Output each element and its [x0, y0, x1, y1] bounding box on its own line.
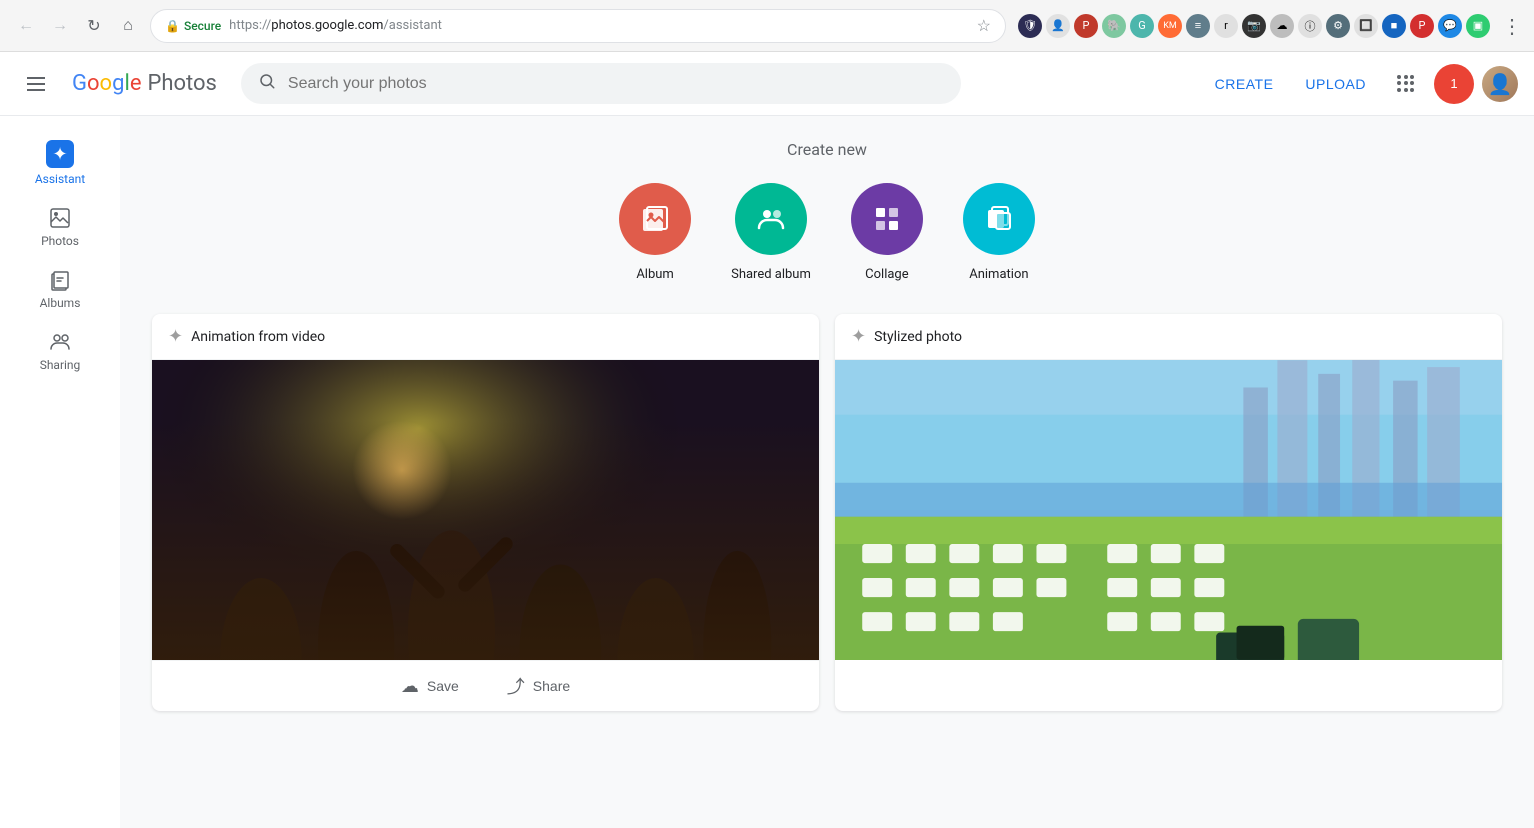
main-content: Create new Album: [120, 116, 1534, 828]
ext-icon-4[interactable]: 🐘: [1102, 14, 1126, 38]
home-button[interactable]: ⌂: [114, 12, 142, 40]
shared-album-label: Shared album: [731, 267, 811, 282]
card-sparkle-icon-1: ✦: [168, 326, 183, 347]
save-button[interactable]: ☁ Save: [401, 673, 459, 699]
card-sparkle-icon-2: ✦: [851, 326, 866, 347]
sidebar-item-photos[interactable]: Photos: [0, 198, 120, 256]
share-icon: ⤴: [507, 673, 525, 699]
sidebar-item-label-sharing: Sharing: [40, 358, 81, 372]
photos-icon: [48, 206, 72, 230]
search-bar[interactable]: [241, 63, 961, 104]
search-icon: [258, 72, 276, 95]
album-circle: [619, 183, 691, 255]
sidebar-item-label-photos: Photos: [41, 234, 79, 248]
grid-view-button[interactable]: [1386, 64, 1426, 104]
secure-text: Secure: [184, 19, 221, 33]
ext-icon-7[interactable]: ≡: [1186, 14, 1210, 38]
card-animation-image: [152, 360, 819, 660]
url-path: /assistant: [383, 18, 441, 33]
create-new-section: Create new Album: [152, 140, 1502, 282]
sidebar-item-sharing[interactable]: Sharing: [0, 322, 120, 380]
ext-icon-2[interactable]: 👤: [1046, 14, 1070, 38]
ext-icon-11[interactable]: ⓘ: [1298, 14, 1322, 38]
card-animation-title: Animation from video: [191, 329, 325, 345]
album-label: Album: [636, 267, 674, 282]
card-stylized-photo: ✦ Stylized photo: [835, 314, 1502, 711]
url-text: https://photos.google.com/assistant: [229, 18, 965, 33]
main-layout: ✦ Assistant Photos: [0, 116, 1534, 828]
create-new-title: Create new: [152, 140, 1502, 159]
url-scheme: https://: [229, 18, 271, 33]
ext-icon-3[interactable]: P: [1074, 14, 1098, 38]
avatar[interactable]: 👤: [1482, 66, 1518, 102]
browser-chrome: ← → ↻ ⌂ 🔒 Secure https://photos.google.c…: [0, 0, 1534, 52]
forward-button[interactable]: →: [46, 12, 74, 40]
menu-button[interactable]: [16, 64, 56, 104]
grid-icon: [1397, 75, 1415, 93]
bookmark-icon[interactable]: ☆: [977, 16, 991, 35]
collage-circle: [851, 183, 923, 255]
card-animation-from-video: ✦ Animation from video: [152, 314, 819, 711]
ext-icon-13[interactable]: 🔲: [1354, 14, 1378, 38]
lock-icon: 🔒: [165, 19, 180, 33]
browser-menu-button[interactable]: ⋮: [1502, 14, 1522, 38]
card-animation-header: ✦ Animation from video: [152, 314, 819, 360]
ext-icon-1[interactable]: 🛡: [1018, 14, 1042, 38]
ext-icon-15[interactable]: P: [1410, 14, 1434, 38]
app-container: Google Photos CREATE UPLOAD: [0, 52, 1534, 828]
sidebar-item-assistant[interactable]: ✦ Assistant: [0, 132, 120, 194]
create-option-album[interactable]: Album: [619, 183, 691, 282]
share-button[interactable]: ⤴ Share: [507, 673, 570, 699]
ext-icon-6[interactable]: KM: [1158, 14, 1182, 38]
shared-album-circle: [735, 183, 807, 255]
ext-icon-14[interactable]: ■: [1382, 14, 1406, 38]
header-actions: CREATE UPLOAD 1 👤: [1203, 64, 1518, 104]
albums-icon: [48, 268, 72, 292]
browser-nav-buttons: ← → ↻ ⌂: [12, 12, 142, 40]
create-options: Album Shared album: [152, 183, 1502, 282]
animation-circle: [963, 183, 1035, 255]
address-bar[interactable]: 🔒 Secure https://photos.google.com/assis…: [150, 9, 1006, 43]
collage-label: Collage: [865, 267, 908, 282]
card-stylized-header: ✦ Stylized photo: [835, 314, 1502, 360]
create-option-collage[interactable]: Collage: [851, 183, 923, 282]
assistant-icon: ✦: [46, 140, 74, 168]
ext-icon-8[interactable]: r: [1214, 14, 1238, 38]
upload-button[interactable]: UPLOAD: [1293, 68, 1378, 100]
create-button[interactable]: CREATE: [1203, 68, 1286, 100]
url-domain: photos.google.com: [271, 18, 383, 33]
card-stylized-image: [835, 360, 1502, 664]
sidebar-item-albums[interactable]: Albums: [0, 260, 120, 318]
create-option-animation[interactable]: Animation: [963, 183, 1035, 282]
ext-icon-17[interactable]: ▣: [1466, 14, 1490, 38]
create-option-shared-album[interactable]: Shared album: [731, 183, 811, 282]
reload-button[interactable]: ↻: [80, 12, 108, 40]
ext-icon-9[interactable]: 📷: [1242, 14, 1266, 38]
browser-extensions: 🛡 👤 P 🐘 G KM ≡ r 📷 ☁ ⓘ ⚙ 🔲 ■ P 💬 ▣: [1018, 14, 1490, 38]
notification-button[interactable]: 1: [1434, 64, 1474, 104]
animation-label: Animation: [969, 267, 1028, 282]
ext-icon-16[interactable]: 💬: [1438, 14, 1462, 38]
search-input[interactable]: [288, 75, 944, 93]
ext-icon-12[interactable]: ⚙: [1326, 14, 1350, 38]
back-button[interactable]: ←: [12, 12, 40, 40]
sidebar-item-label-assistant: Assistant: [35, 172, 85, 186]
sidebar: ✦ Assistant Photos: [0, 116, 120, 828]
cards-grid: ✦ Animation from video: [152, 314, 1502, 711]
card-animation-actions: ☁ Save ⤴ Share: [152, 660, 819, 711]
hamburger-icon: [27, 77, 45, 91]
save-icon: ☁: [401, 676, 419, 697]
logo[interactable]: Google Photos: [72, 71, 217, 96]
share-label: Share: [533, 678, 570, 694]
sharing-icon: [48, 330, 72, 354]
ext-icon-10[interactable]: ☁: [1270, 14, 1294, 38]
logo-photos-text: Photos: [147, 71, 216, 96]
logo-google-text: Google: [72, 71, 141, 96]
save-label: Save: [427, 678, 459, 694]
secure-badge: 🔒 Secure: [165, 19, 221, 33]
card-stylized-title: Stylized photo: [874, 329, 962, 345]
ext-icon-5[interactable]: G: [1130, 14, 1154, 38]
app-header: Google Photos CREATE UPLOAD: [0, 52, 1534, 116]
sidebar-item-label-albums: Albums: [40, 296, 81, 310]
